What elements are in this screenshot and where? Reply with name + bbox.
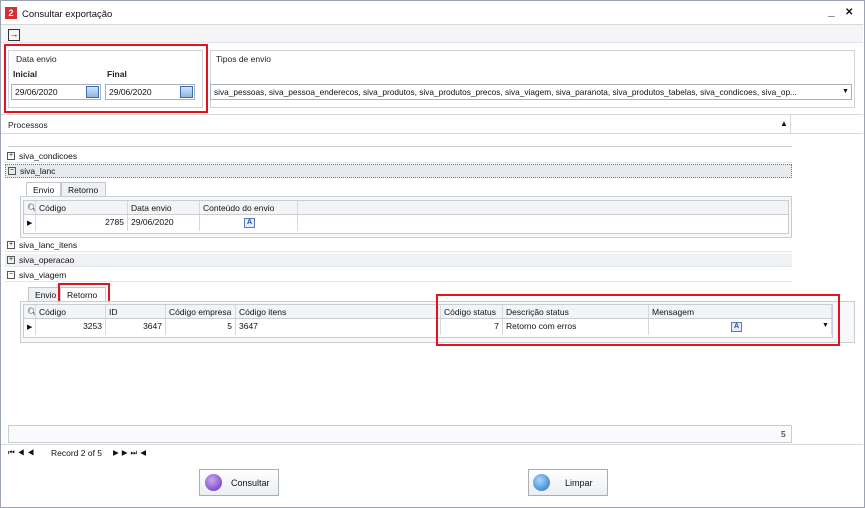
cell-id[interactable]: 3647 [106,319,166,335]
tree-node-label: siva_lanc [20,166,56,176]
minimize-button[interactable]: _ [828,4,835,18]
tree-node-siva-viagem[interactable]: − siva_viagem [5,269,792,282]
collapse-arrow-icon[interactable]: ▲ [780,119,788,128]
tree-node-label: siva_lanc_itens [19,240,78,250]
lanc-grid: 🔍︎ Código Data envio Conteúdo do envio ▶… [23,200,789,234]
cell-codigo[interactable]: 3253 [36,319,106,335]
search-icon [205,474,222,491]
nav-next-last-icons[interactable]: ▶▶⏭◀ [113,448,149,458]
expand-icon[interactable]: + [7,256,15,264]
tipos-envio-dropdown[interactable]: siva_pessoas, siva_pessoa_enderecos, siv… [210,84,852,100]
tipos-envio-value: siva_pessoas, siva_pessoa_enderecos, siv… [214,87,797,97]
column-header[interactable]: ID [106,305,166,318]
tree-node-siva-operacao[interactable]: + siva_operacao [5,254,792,267]
cell-codigo-empresa[interactable]: 5 [166,319,236,335]
tab-retorno[interactable]: Retorno [61,182,106,197]
highlight-box [436,294,840,346]
nav-first-prev-icons[interactable]: ⏮◀◀ [8,448,37,458]
column-header[interactable]: Data envio [128,201,200,214]
divider [790,114,791,134]
processos-label: Processos [8,120,48,130]
tab-envio[interactable]: Envio [26,182,61,197]
window-title: Consultar exportação [22,9,113,20]
app-icon: 2 [5,7,17,19]
highlight-box [4,44,208,113]
record-position: Record 2 of 5 [51,448,103,458]
tree-node-siva-lanc-itens[interactable]: + siva_lanc_itens [5,239,792,252]
column-header[interactable]: Código empresa [166,305,236,318]
tree-node-label: siva_operacao [19,255,75,265]
chevron-down-icon[interactable]: ▼ [842,88,849,95]
exit-icon[interactable]: → [8,29,20,41]
tree-node-label: siva_viagem [19,270,67,280]
grid-header: 🔍︎ Código Data envio Conteúdo do envio [24,201,788,215]
close-button[interactable]: ✕ [845,7,853,18]
memo-icon[interactable]: A [244,218,255,228]
record-count: 5 [781,429,786,439]
expand-icon[interactable]: + [7,241,15,249]
collapse-icon[interactable]: − [8,167,16,175]
summary-footer [8,425,792,443]
title-bar [1,1,863,25]
tree-node-siva-condicoes[interactable]: + siva_condicoes [5,150,792,163]
cell-codigo[interactable]: 2785 [36,215,128,231]
row-indicator-icon: ▶ [24,215,36,231]
column-header[interactable]: Conteúdo do envio [200,201,298,214]
divider [8,146,792,147]
column-header[interactable]: Código itens [236,305,441,318]
search-icon[interactable]: 🔍︎ [24,305,36,318]
cell-conteudo[interactable]: A [200,215,298,231]
expand-icon[interactable]: + [7,152,15,160]
table-row[interactable]: ▶ 2785 29/06/2020 A [24,215,788,231]
processos-header [1,114,863,134]
cell-codigo-itens[interactable]: 3647 [236,319,441,335]
tab-envio[interactable]: Envio [28,287,60,302]
consultar-button[interactable]: Consultar [199,469,279,496]
tree-node-siva-lanc[interactable]: − siva_lanc [5,164,792,178]
limpar-button[interactable]: Limpar [528,469,608,496]
tree-node-label: siva_condicoes [19,151,78,161]
search-icon[interactable]: 🔍︎ [24,201,36,214]
tipos-envio-label: Tipos de envio [216,54,271,64]
consultar-label: Consultar [231,478,270,488]
column-header[interactable]: Código [36,305,106,318]
cell-data-envio[interactable]: 29/06/2020 [128,215,200,231]
clear-icon [533,474,550,491]
toolbar [1,25,863,43]
column-header[interactable]: Código [36,201,128,214]
row-indicator-icon: ▶ [24,319,36,335]
collapse-icon[interactable]: − [7,271,15,279]
limpar-label: Limpar [565,478,593,488]
